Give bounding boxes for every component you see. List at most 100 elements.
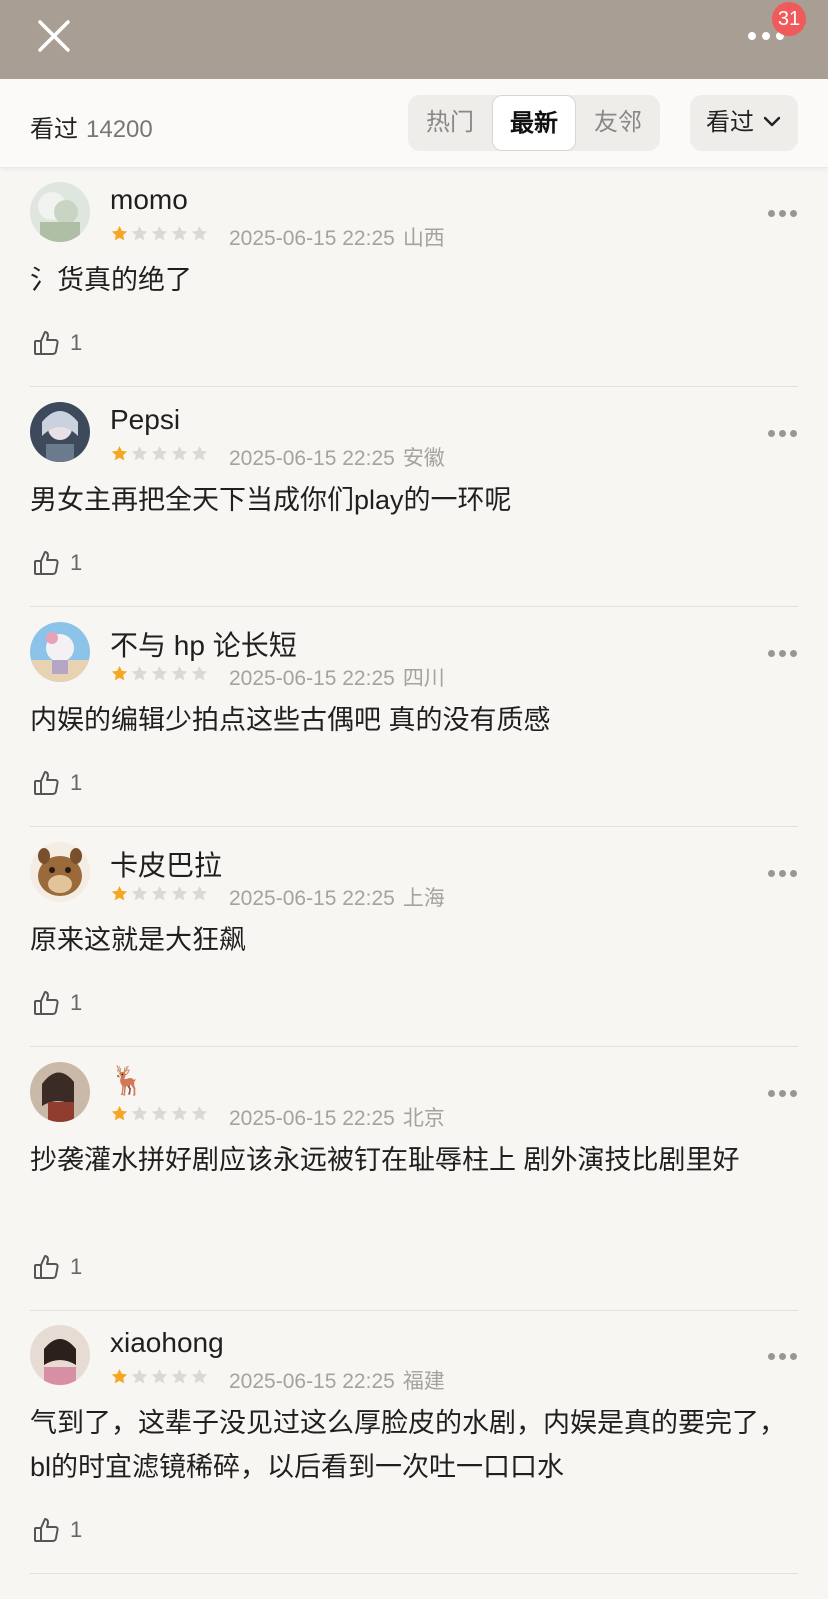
star-empty-icon bbox=[130, 1367, 149, 1386]
notification-badge: 31 bbox=[772, 2, 806, 36]
comment-meta: 2025-06-15 22:25 山西 bbox=[229, 222, 445, 252]
star-empty-icon bbox=[190, 664, 209, 683]
like-count: 1 bbox=[70, 770, 83, 795]
comment-divider bbox=[30, 386, 798, 387]
comment-more-button[interactable] bbox=[768, 204, 800, 224]
star-empty-icon bbox=[170, 1367, 189, 1386]
avatar[interactable] bbox=[30, 182, 90, 242]
star-empty-icon bbox=[190, 444, 209, 463]
star-filled-icon bbox=[110, 1104, 129, 1123]
like-count: 1 bbox=[70, 1517, 83, 1542]
comment-location: 福建 bbox=[402, 1370, 445, 1393]
thumbs-up-icon bbox=[34, 1518, 59, 1542]
star-rating bbox=[110, 1104, 209, 1123]
thumbs-up-icon bbox=[34, 331, 59, 355]
tab-friends[interactable]: 友邻 bbox=[576, 95, 660, 151]
comment-time: 2025-06-15 22:25 bbox=[229, 1107, 395, 1130]
comment-time: 2025-06-15 22:25 bbox=[229, 227, 395, 250]
star-empty-icon bbox=[130, 224, 149, 243]
top-bar: 31 bbox=[0, 0, 828, 79]
comment-meta: 2025-06-15 22:25 四川 bbox=[229, 662, 445, 692]
star-rating bbox=[110, 224, 209, 243]
avatar[interactable] bbox=[30, 622, 90, 682]
like-count: 1 bbox=[70, 330, 83, 355]
tab-latest[interactable]: 最新 bbox=[492, 95, 576, 151]
comment-meta: 2025-06-15 22:25 上海 bbox=[229, 882, 445, 912]
thumbs-up-icon bbox=[34, 771, 59, 795]
comment-time: 2025-06-15 22:25 bbox=[229, 887, 395, 910]
star-empty-icon bbox=[170, 224, 189, 243]
comment-time: 2025-06-15 22:25 bbox=[229, 447, 395, 470]
star-empty-icon bbox=[190, 1104, 209, 1123]
comment-divider bbox=[30, 606, 798, 607]
close-button[interactable] bbox=[34, 16, 74, 56]
star-empty-icon bbox=[170, 884, 189, 903]
filter-bar: 看过 14200 热门 最新 友邻 看过 bbox=[0, 79, 828, 168]
comment-divider bbox=[30, 826, 798, 827]
star-empty-icon bbox=[170, 664, 189, 683]
username[interactable]: momo bbox=[110, 184, 188, 216]
star-filled-icon bbox=[110, 664, 129, 683]
comment-time: 2025-06-15 22:25 bbox=[229, 667, 395, 690]
comment-location: 四川 bbox=[402, 667, 445, 690]
star-empty-icon bbox=[130, 884, 149, 903]
comment-text: 男女主再把全天下当成你们play的一环呢 bbox=[30, 485, 512, 515]
watched-count: 看过 14200 bbox=[30, 109, 153, 144]
comment-meta: 2025-06-15 22:25 北京 bbox=[229, 1102, 445, 1132]
watched-count-value: 14200 bbox=[86, 116, 153, 143]
comment-divider bbox=[30, 1046, 798, 1047]
watched-count-label: 看过 bbox=[30, 116, 78, 143]
username[interactable]: xiaohong bbox=[110, 1327, 224, 1359]
thumbs-up-icon bbox=[34, 1255, 59, 1279]
comment-more-button[interactable] bbox=[768, 1347, 800, 1367]
like-count: 1 bbox=[70, 550, 83, 575]
avatar[interactable] bbox=[30, 402, 90, 462]
star-empty-icon bbox=[150, 664, 169, 683]
status-filter-dropdown[interactable]: 看过 bbox=[690, 95, 798, 151]
thumbs-up-icon bbox=[34, 551, 59, 575]
comment-more-button[interactable] bbox=[768, 424, 800, 444]
comment-text: 氵货真的绝了 bbox=[30, 265, 192, 295]
username[interactable]: 不与 hp 论长短 bbox=[110, 624, 297, 664]
username[interactable]: 卡皮巴拉 bbox=[110, 844, 222, 884]
tab-hot[interactable]: 热门 bbox=[408, 95, 492, 151]
star-rating bbox=[110, 884, 209, 903]
star-empty-icon bbox=[130, 664, 149, 683]
comment-location: 山西 bbox=[402, 227, 445, 250]
star-rating bbox=[110, 1367, 209, 1386]
comment-more-button[interactable] bbox=[768, 864, 800, 884]
avatar[interactable] bbox=[30, 842, 90, 902]
comment-divider bbox=[30, 1310, 798, 1311]
comment-time: 2025-06-15 22:25 bbox=[229, 1370, 395, 1393]
comment-divider bbox=[30, 1573, 798, 1574]
comment-meta: 2025-06-15 22:25 安徽 bbox=[229, 442, 445, 472]
star-empty-icon bbox=[190, 1367, 209, 1386]
username[interactable]: Pepsi bbox=[110, 404, 180, 436]
close-icon bbox=[38, 20, 70, 52]
status-filter-label: 看过 bbox=[706, 109, 754, 136]
star-filled-icon bbox=[110, 884, 129, 903]
star-empty-icon bbox=[190, 884, 209, 903]
star-empty-icon bbox=[170, 444, 189, 463]
sort-tabs: 热门 最新 友邻 bbox=[408, 95, 660, 151]
star-filled-icon bbox=[110, 444, 129, 463]
star-rating bbox=[110, 664, 209, 683]
comment-location: 北京 bbox=[402, 1107, 445, 1130]
username[interactable]: 🦌 bbox=[110, 1064, 145, 1097]
star-filled-icon bbox=[110, 224, 129, 243]
comment-location: 上海 bbox=[402, 887, 445, 910]
avatar[interactable] bbox=[30, 1325, 90, 1385]
comment-meta: 2025-06-15 22:25 福建 bbox=[229, 1365, 445, 1395]
comment-more-button[interactable] bbox=[768, 1084, 800, 1104]
star-filled-icon bbox=[110, 1367, 129, 1386]
star-empty-icon bbox=[170, 1104, 189, 1123]
comment-more-button[interactable] bbox=[768, 644, 800, 664]
star-empty-icon bbox=[150, 884, 169, 903]
star-empty-icon bbox=[130, 1104, 149, 1123]
avatar[interactable] bbox=[30, 1062, 90, 1122]
like-count: 1 bbox=[70, 990, 83, 1015]
like-count: 1 bbox=[70, 1254, 83, 1279]
comment-text: 内娱的编辑少拍点这些古偶吧 真的没有质感 bbox=[30, 705, 551, 735]
comment-text: 气到了，这辈子没见过这么厚脸皮的水剧，内娱是真的要完了，bl的时宜滤镜稀碎，以后… bbox=[30, 1408, 786, 1482]
comment-text: 原来这就是大狂飙 bbox=[30, 925, 246, 955]
